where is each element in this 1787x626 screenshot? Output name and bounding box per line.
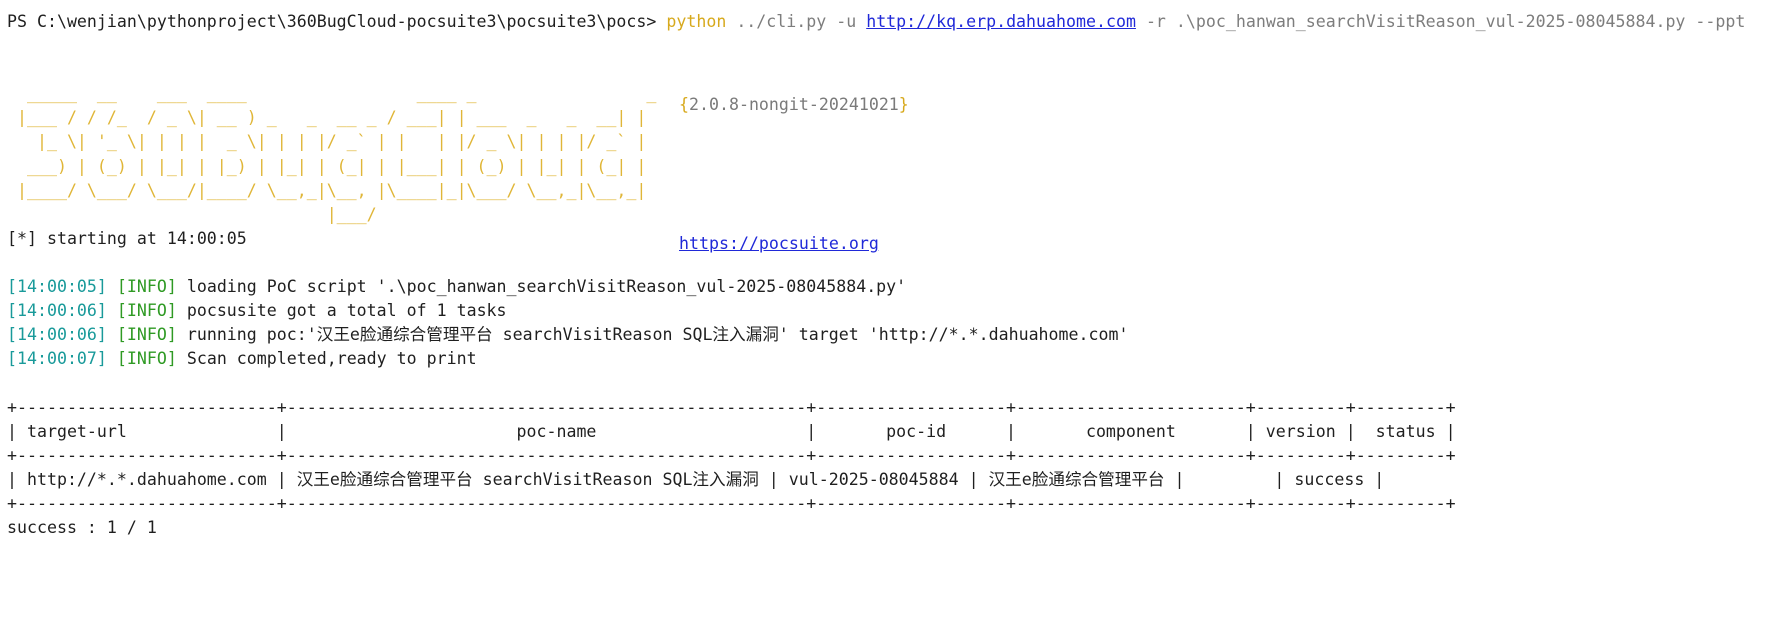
ascii-banner: _____ __ ___ ____ ____ _ _ |___ / / /_ /… — [16, 84, 657, 225]
log-line: [14:00:06] [INFO] running poc:'汉王e脸通综合管理… — [7, 323, 1128, 347]
log-level: [INFO] — [116, 349, 177, 368]
log-time: [14:00:05] — [7, 277, 107, 296]
table-header: | target-url | poc-name | poc-id | compo… — [7, 422, 1456, 441]
log-message: Scan completed,ready to print — [176, 349, 477, 368]
log-message: loading PoC script '.\poc_hanwan_searchV… — [176, 277, 907, 296]
table-border-top: +--------------------------+------------… — [7, 398, 1456, 417]
prompt-path: PS C:\wenjian\pythonproject\360BugCloud-… — [7, 12, 657, 31]
log-time: [14:00:07] — [7, 349, 107, 368]
target-url-link[interactable]: http://kq.erp.dahuahome.com — [866, 12, 1136, 31]
log-line: [14:00:07] [INFO] Scan completed,ready t… — [7, 347, 477, 371]
command-args-2: -r .\poc_hanwan_searchVisitReason_vul-20… — [1135, 12, 1746, 31]
table-row: | http://*.*.dahuahome.com | 汉王e脸通综合管理平台… — [7, 470, 1385, 489]
start-line: [*] starting at 14:00:05 — [7, 229, 247, 248]
log-level: [INFO] — [116, 277, 177, 296]
pocsuite-site-link[interactable]: https://pocsuite.org — [679, 232, 879, 256]
terminal-window: PS C:\wenjian\pythonproject\360BugCloud-… — [0, 0, 1787, 626]
version-label: {2.0.8-nongit-20241021} — [679, 95, 909, 114]
command-line: PS C:\wenjian\pythonproject\360BugCloud-… — [7, 10, 1745, 34]
command-args-1: ../cli.py -u — [726, 12, 867, 31]
log-message: pocsusite got a total of 1 tasks — [176, 301, 507, 320]
log-message: running poc:'汉王e脸通综合管理平台 searchVisitReas… — [176, 325, 1129, 344]
log-time: [14:00:06] — [7, 325, 107, 344]
summary-line: success : 1 / 1 — [7, 518, 157, 537]
table-border-bottom: +--------------------------+------------… — [7, 494, 1456, 513]
log-time: [14:00:06] — [7, 301, 107, 320]
log-level: [INFO] — [116, 301, 177, 320]
log-line: [14:00:05] [INFO] loading PoC script '.\… — [7, 275, 906, 299]
table-border-mid: +--------------------------+------------… — [7, 446, 1456, 465]
command-python: python — [666, 12, 727, 31]
log-line: [14:00:06] [INFO] pocsusite got a total … — [7, 299, 507, 323]
log-level: [INFO] — [116, 325, 177, 344]
